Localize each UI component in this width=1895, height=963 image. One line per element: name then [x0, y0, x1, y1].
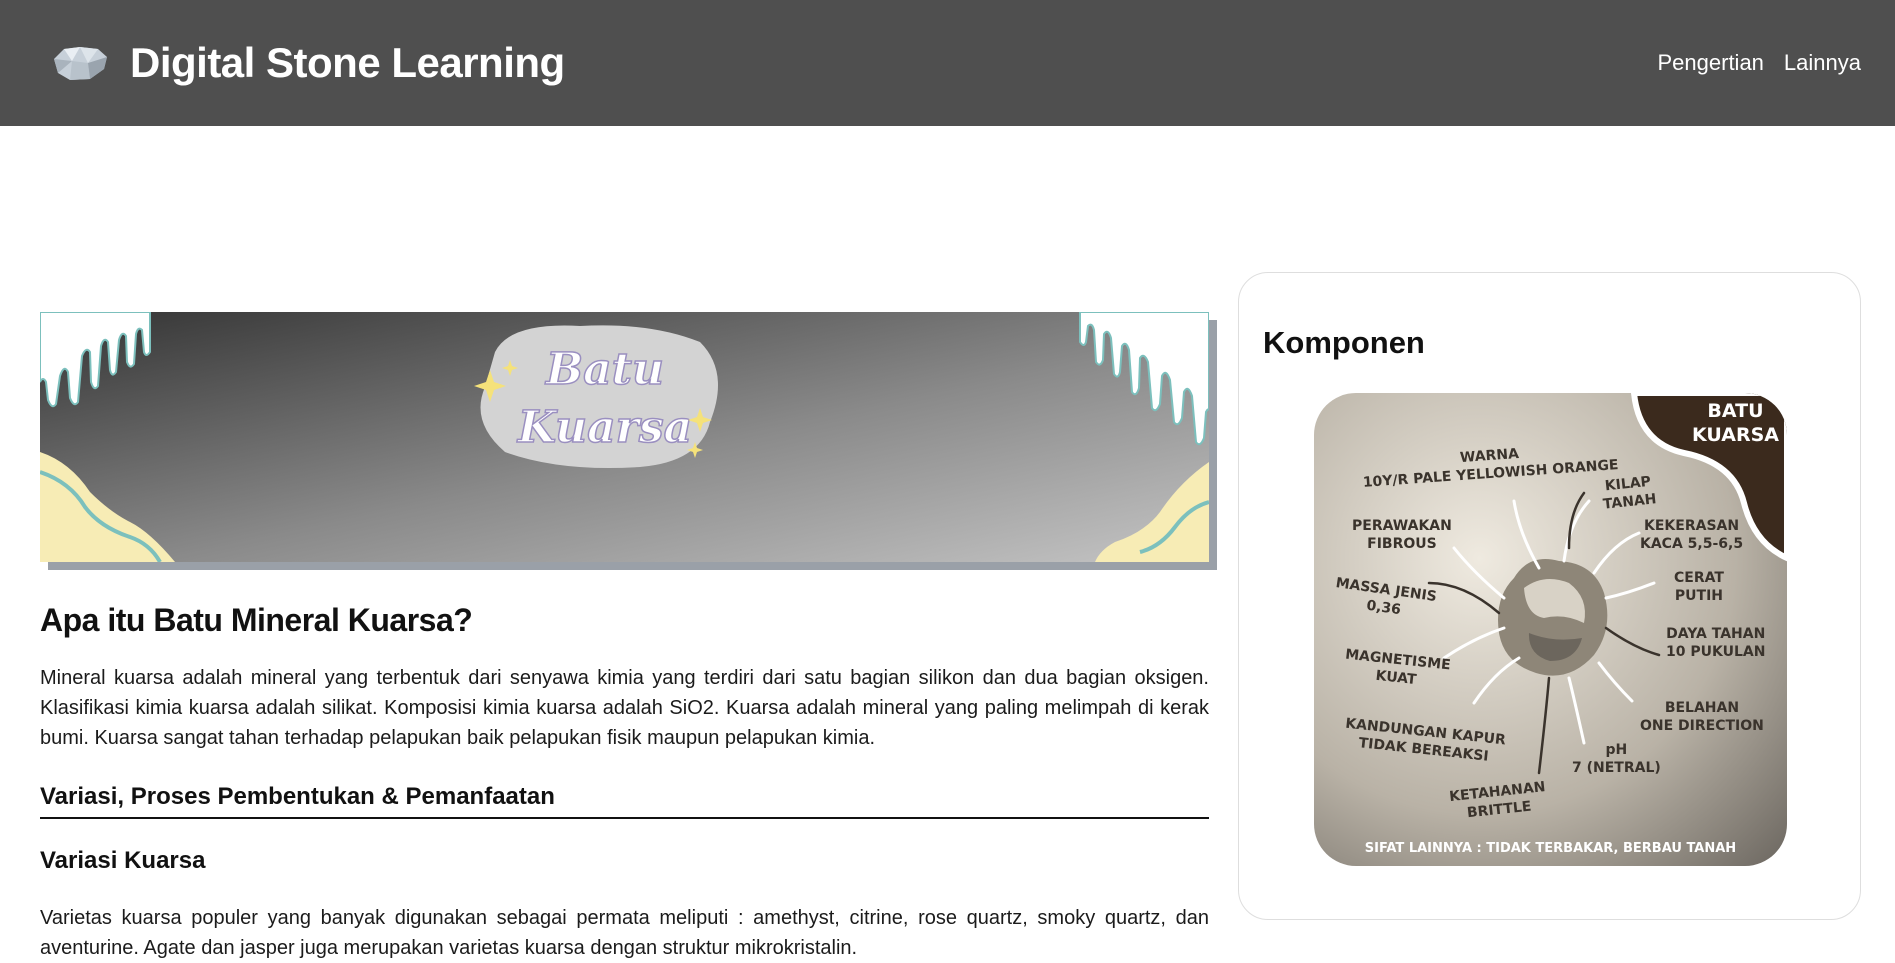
- label-perawakan: PERAWAKAN FIBROUS: [1352, 518, 1452, 552]
- brand[interactable]: Digital Stone Learning: [50, 39, 565, 87]
- subsection-title: Variasi Kuarsa: [40, 847, 206, 874]
- nav-links: Pengertian Lainnya: [1658, 50, 1862, 76]
- label-daya-tahan: DAYA TAHAN 10 PUKULAN: [1666, 626, 1766, 660]
- quartz-stone-icon: [54, 47, 107, 80]
- components-title: Komponen: [1263, 325, 1425, 360]
- infographic-footer: SIFAT LAINNYA : TIDAK TERBAKAR, BERBAU T…: [1364, 841, 1737, 856]
- main-article: Batu Kuarsa Apa itu Batu Mineral Kuarsa?…: [40, 312, 1209, 963]
- article-title: Apa itu Batu Mineral Kuarsa?: [40, 602, 473, 638]
- label-belahan: BELAHAN ONE DIRECTION: [1640, 700, 1764, 734]
- label-kekerasan: KEKERASAN KACA 5,5-6,5: [1640, 518, 1744, 552]
- banner-image: Batu Kuarsa: [40, 312, 1209, 562]
- quartz-infographic: BATU KUARSA WARNA 10Y/R PALE YELLOWISH O…: [1314, 393, 1787, 866]
- nav-link-pengertian[interactable]: Pengertian: [1658, 50, 1764, 76]
- variations-paragraph: Varietas kuarsa populer yang banyak digu…: [40, 907, 1209, 959]
- label-cerat: CERAT PUTIH: [1674, 570, 1724, 604]
- nav-link-lainnya[interactable]: Lainnya: [1784, 50, 1861, 76]
- label-ph: pH 7 (NETRAL): [1572, 742, 1661, 776]
- banner-title-line2: Kuarsa: [516, 402, 692, 453]
- intro-paragraph: Mineral kuarsa adalah mineral yang terbe…: [40, 667, 1209, 749]
- navbar: Digital Stone Learning Pengertian Lainny…: [0, 0, 1895, 126]
- label-kilap: KILAP TANAH: [1602, 473, 1658, 513]
- section-title: Variasi, Proses Pembentukan & Pemanfaata…: [40, 783, 1209, 819]
- brand-title: Digital Stone Learning: [130, 39, 565, 86]
- components-card: Komponen BATU KUARSA WARNA 10Y/R PALE YE…: [1238, 272, 1861, 920]
- infographic-corner-label: BATU KUARSA: [1692, 400, 1779, 446]
- banner-title-line1: Batu: [544, 344, 664, 395]
